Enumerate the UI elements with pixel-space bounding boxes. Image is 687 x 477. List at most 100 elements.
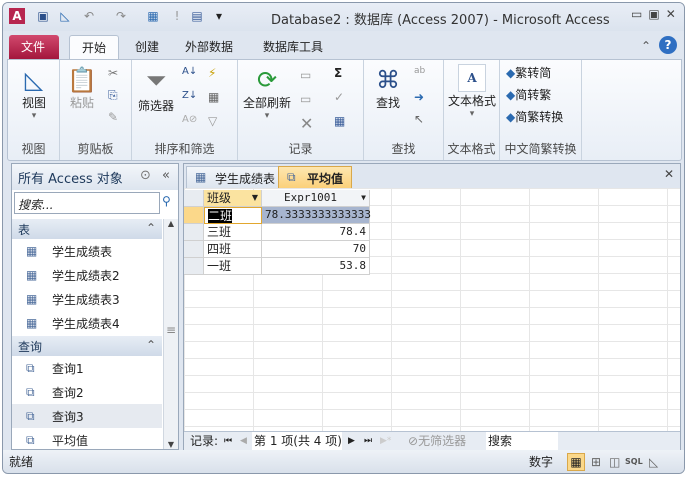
table-cell[interactable]: 53.8 bbox=[262, 258, 370, 275]
pivot-table-view-icon[interactable]: ⊞ bbox=[591, 450, 601, 473]
pivot-chart-view-icon[interactable]: ◫ bbox=[609, 450, 620, 473]
restore-icon[interactable]: ▣ bbox=[648, 7, 665, 21]
column-dropdown-icon[interactable]: ▼ bbox=[361, 190, 366, 206]
advanced-filter-icon[interactable]: ▦ bbox=[208, 90, 219, 104]
cut-icon[interactable]: ✂ bbox=[108, 66, 118, 80]
sql-view-icon[interactable]: SQL bbox=[625, 450, 643, 473]
search-icon[interactable]: ⚲ bbox=[162, 194, 171, 208]
document-tabs: ▦ 学生成绩表 ⧉ 平均值 ✕ bbox=[184, 164, 680, 188]
refresh-all-button[interactable]: ⟳ 全部刷新 ▾ bbox=[242, 66, 292, 121]
table-cell[interactable]: 四班 bbox=[204, 241, 262, 258]
customize-toolbar-icon[interactable]: ▾ bbox=[211, 8, 227, 24]
nav-item-query[interactable]: ⧉ 查询2 bbox=[12, 380, 162, 404]
table-cell[interactable]: 70 bbox=[262, 241, 370, 258]
design-view-icon[interactable]: ◺ bbox=[57, 8, 73, 24]
row-selector[interactable] bbox=[184, 241, 204, 258]
nav-scrollbar[interactable]: ▲ ≡ ▼ bbox=[163, 219, 178, 449]
new-record-icon[interactable]: ▭ bbox=[300, 68, 311, 82]
table-icon: ▦ bbox=[195, 170, 207, 184]
copy-icon[interactable]: ⎘ bbox=[108, 88, 118, 103]
select-icon[interactable]: ↖ bbox=[414, 112, 424, 126]
doc-tab-query[interactable]: ⧉ 平均值 bbox=[278, 166, 353, 188]
row-selector[interactable] bbox=[184, 258, 204, 275]
delete-icon[interactable]: ✕ bbox=[300, 114, 313, 133]
find-button[interactable]: ⌘ 查找 bbox=[368, 66, 408, 111]
nav-search-input[interactable]: 搜索... bbox=[14, 192, 160, 214]
clear-sort-icon[interactable]: A⊘ bbox=[182, 114, 197, 125]
doc-tab-table[interactable]: ▦ 学生成绩表 bbox=[186, 166, 285, 188]
form-icon[interactable]: ▦ bbox=[145, 8, 161, 24]
table-cell[interactable]: 78.4 bbox=[262, 224, 370, 241]
record-position-input[interactable]: 第 1 项(共 4 项) bbox=[252, 432, 342, 450]
table-cell[interactable]: 二班 bbox=[204, 207, 262, 224]
table-cell[interactable]: 一班 bbox=[204, 258, 262, 275]
minimize-icon[interactable]: ▭ bbox=[631, 7, 648, 21]
nav-header[interactable]: 所有 Access 对象 ⊙ « bbox=[12, 164, 178, 190]
datasheet-view-icon[interactable]: ▦ bbox=[567, 453, 585, 471]
table-cell[interactable]: 78.3333333333333 bbox=[262, 207, 371, 224]
run-icon[interactable]: ! bbox=[169, 8, 185, 24]
close-tab-icon[interactable]: ✕ bbox=[664, 167, 674, 181]
new-record-icon[interactable]: ▶* bbox=[380, 432, 391, 450]
last-record-icon[interactable]: ⏭ bbox=[364, 432, 372, 450]
tab-file[interactable]: 文件 bbox=[9, 35, 59, 59]
query-icon: ⧉ bbox=[26, 385, 35, 399]
nav-item-query[interactable]: ⧉ 查询1 bbox=[12, 356, 162, 380]
table-icon[interactable]: ▤ bbox=[189, 8, 205, 24]
format-painter-icon[interactable]: ✎ bbox=[108, 110, 118, 124]
trad-to-simp-button[interactable]: ◆繁转简 bbox=[506, 64, 551, 81]
sort-ascending-icon[interactable]: A↓ bbox=[182, 66, 197, 77]
first-record-icon[interactable]: ⏮ bbox=[224, 432, 232, 450]
save-record-icon[interactable]: ▭ bbox=[300, 92, 311, 106]
collapse-icon[interactable]: ⌃ bbox=[146, 338, 156, 352]
row-selector[interactable] bbox=[184, 224, 204, 241]
minimize-ribbon-icon[interactable]: ⌃ bbox=[641, 39, 651, 53]
save-icon[interactable]: ▣ bbox=[35, 8, 51, 24]
nav-item-table[interactable]: ▦ 学生成绩表3 bbox=[12, 287, 162, 311]
column-dropdown-icon[interactable]: ▼ bbox=[252, 190, 258, 206]
view-button[interactable]: ◺ 视图 ▾ bbox=[14, 66, 54, 121]
totals-icon[interactable]: Σ bbox=[334, 66, 342, 80]
no-filter-button[interactable]: ⊘无筛选器 bbox=[406, 432, 466, 450]
section-queries[interactable]: 查询 ⌃ bbox=[12, 336, 162, 356]
nav-item-query[interactable]: ⧉ 查询3 bbox=[12, 404, 162, 428]
tab-database-tools[interactable]: 数据库工具 bbox=[251, 35, 335, 59]
design-view-icon[interactable]: ◺ bbox=[649, 450, 658, 473]
nav-menu-icon[interactable]: ⊙ bbox=[140, 168, 151, 183]
collapse-pane-icon[interactable]: « bbox=[162, 168, 170, 183]
toggle-filter-icon[interactable]: ▽ bbox=[208, 114, 217, 128]
column-header[interactable]: Expr1001 ▼ bbox=[262, 190, 370, 207]
table-cell[interactable]: 三班 bbox=[204, 224, 262, 241]
record-search-input[interactable]: 搜索 bbox=[486, 432, 558, 450]
close-icon[interactable]: ✕ bbox=[666, 7, 682, 21]
section-tables[interactable]: 表 ⌃ bbox=[12, 219, 162, 239]
next-record-icon[interactable]: ▶ bbox=[348, 432, 355, 450]
simp-trad-convert-button[interactable]: ◆简繁转换 bbox=[506, 108, 563, 125]
goto-icon[interactable]: ➜ bbox=[414, 90, 424, 104]
sort-descending-icon[interactable]: Z↓ bbox=[182, 90, 197, 101]
help-icon[interactable]: ? bbox=[659, 36, 677, 54]
replace-icon[interactable]: ab bbox=[414, 66, 425, 76]
nav-item-table[interactable]: ▦ 学生成绩表 bbox=[12, 239, 162, 263]
tab-home[interactable]: 开始 bbox=[69, 35, 120, 59]
column-header[interactable]: 班级 ▼ bbox=[204, 190, 262, 207]
app-icon[interactable]: A bbox=[9, 8, 25, 24]
nav-item-query[interactable]: ⧉ 平均值 bbox=[12, 428, 162, 452]
paste-button[interactable]: 📋 粘贴 bbox=[64, 66, 100, 111]
undo-icon[interactable]: ↶ bbox=[81, 8, 97, 24]
simp-to-trad-button[interactable]: ◆简转繁 bbox=[506, 86, 551, 103]
prev-record-icon[interactable]: ◀ bbox=[240, 432, 247, 450]
nav-item-table[interactable]: ▦ 学生成绩表4 bbox=[12, 311, 162, 335]
spelling-icon[interactable]: ✓ bbox=[334, 90, 344, 104]
tab-external-data[interactable]: 外部数据 bbox=[173, 35, 245, 59]
text-format-button[interactable]: A 文本格式 ▾ bbox=[446, 64, 498, 119]
tab-create[interactable]: 创建 bbox=[123, 35, 171, 59]
selection-filter-icon[interactable]: ⚡ bbox=[208, 66, 216, 80]
select-all-corner[interactable] bbox=[184, 190, 204, 207]
row-selector[interactable] bbox=[184, 207, 204, 224]
collapse-icon[interactable]: ⌃ bbox=[146, 221, 156, 235]
more-icon[interactable]: ▦ bbox=[334, 114, 345, 128]
filter-button[interactable]: ⏷ 筛选器 bbox=[136, 66, 176, 114]
redo-icon[interactable]: ↷ bbox=[113, 8, 129, 24]
nav-item-table[interactable]: ▦ 学生成绩表2 bbox=[12, 263, 162, 287]
